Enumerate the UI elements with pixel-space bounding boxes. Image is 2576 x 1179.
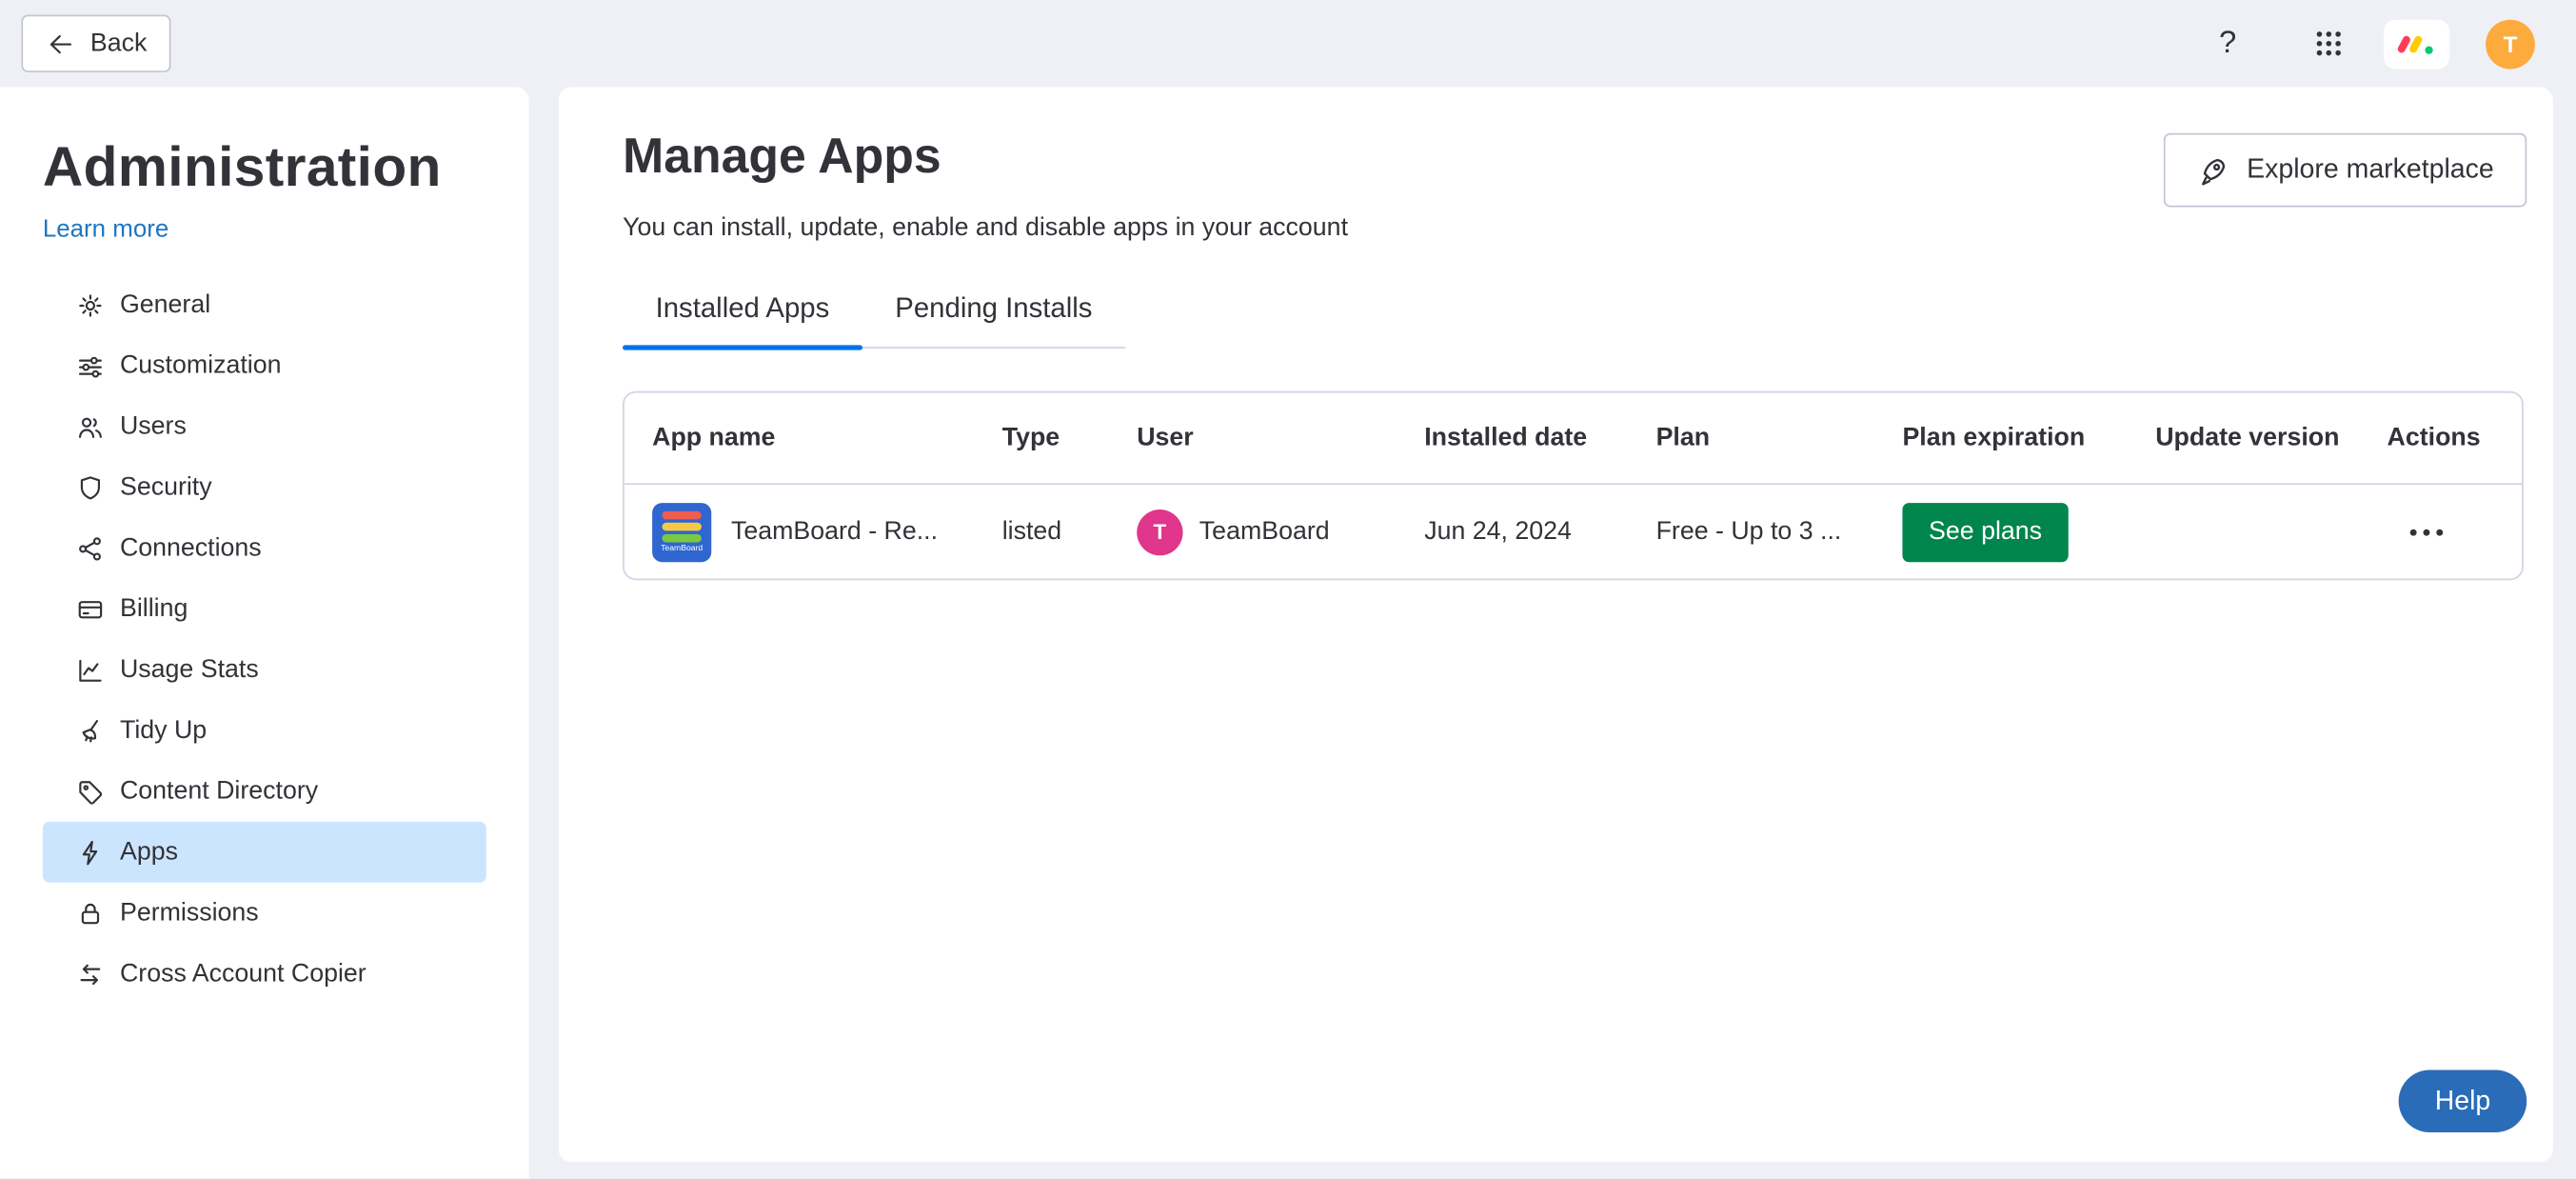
column-header-plan: Plan <box>1655 423 1711 451</box>
main-head-text: Manage Apps You can install, update, ena… <box>623 130 1348 243</box>
content: Administration Learn more General Custom… <box>0 87 2576 1179</box>
table-header-row: App name Type User Installed date Plan P… <box>624 392 2522 483</box>
explore-marketplace-label: Explore marketplace <box>2247 154 2494 185</box>
sidebar-item-label: Permissions <box>119 898 259 927</box>
topbar: Back ? T <box>0 0 2576 87</box>
logo-text: TeamBoard <box>661 543 703 553</box>
rocket-icon <box>2196 153 2229 187</box>
plan-cell: Free - Up to 3 ... <box>1655 516 1842 546</box>
back-arrow-icon <box>46 29 75 58</box>
sidebar-item-connections[interactable]: Connections <box>43 518 486 579</box>
gear-icon <box>75 290 105 320</box>
tag-icon <box>75 776 105 806</box>
sidebar-item-security[interactable]: Security <box>43 457 486 518</box>
page-title: Manage Apps <box>623 130 941 185</box>
explore-marketplace-button[interactable]: Explore marketplace <box>2163 132 2527 208</box>
installed-apps-table: App name Type User Installed date Plan P… <box>623 390 2524 581</box>
sidebar-item-label: Content Directory <box>119 776 319 805</box>
user-avatar-badge: T <box>1137 509 1183 555</box>
tab-installed-apps[interactable]: Installed Apps <box>623 292 862 350</box>
installed-date-cell: Jun 24, 2024 <box>1424 516 1572 546</box>
sidebar-item-label: Billing <box>119 593 188 623</box>
logo-bar-yellow <box>662 521 702 530</box>
lightning-icon <box>75 837 105 867</box>
sidebar-item-users[interactable]: Users <box>43 396 486 457</box>
plan-expiration-cell: See plans <box>1902 502 2155 562</box>
sidebar-item-label: Users <box>119 411 187 440</box>
back-label: Back <box>89 29 148 57</box>
user-name: TeamBoard <box>1199 516 1330 546</box>
help-button[interactable]: Help <box>2398 1070 2527 1133</box>
column-header-app-name: App name <box>652 423 776 451</box>
chart-icon <box>75 655 105 685</box>
monday-logo-icon[interactable] <box>2384 18 2450 69</box>
app-name-cell: TeamBoard TeamBoard - Re... <box>652 502 1002 562</box>
column-header-update-version: Update version <box>2155 423 2340 451</box>
column-header-user: User <box>1137 423 1194 451</box>
user-cell: T TeamBoard <box>1137 509 1424 555</box>
type-cell: listed <box>1001 516 1062 546</box>
user-avatar[interactable]: T <box>2486 18 2535 69</box>
sidebar-item-label: Tidy Up <box>119 715 208 744</box>
page-subtitle: You can install, update, enable and disa… <box>623 213 1349 242</box>
learn-more-link[interactable]: Learn more <box>43 215 168 243</box>
transfer-arrows-icon <box>75 959 105 989</box>
app-name: TeamBoard - Re... <box>730 516 939 546</box>
logo-bar-green <box>662 533 702 542</box>
sidebar-item-cross-account-copier[interactable]: Cross Account Copier <box>43 944 486 1005</box>
teamboard-app-logo: TeamBoard <box>652 502 712 562</box>
sidebar-item-label: Customization <box>119 350 282 379</box>
manage-apps-panel: Manage Apps You can install, update, ena… <box>558 87 2553 1163</box>
sidebar-item-customization[interactable]: Customization <box>43 335 486 396</box>
sidebar-item-tidy-up[interactable]: Tidy Up <box>43 700 486 761</box>
sidebar-item-label: Cross Account Copier <box>119 958 367 988</box>
connections-icon <box>75 533 105 563</box>
sidebar-item-label: Security <box>119 472 212 501</box>
sidebar-item-permissions[interactable]: Permissions <box>43 883 486 944</box>
more-actions-icon[interactable] <box>2388 528 2494 535</box>
sidebar-item-general[interactable]: General <box>43 274 486 335</box>
question-help-icon[interactable]: ? <box>2208 28 2247 59</box>
sidebar-item-apps[interactable]: Apps <box>42 821 486 883</box>
sidebar-nav: General Customization Users Security Con… <box>42 274 486 1005</box>
back-button[interactable]: Back <box>21 14 172 72</box>
apps-grid-icon[interactable] <box>2313 28 2345 59</box>
tabs: Installed Apps Pending Installs <box>623 292 1125 350</box>
credit-card-icon <box>75 594 105 624</box>
column-header-type: Type <box>1001 423 1060 451</box>
broom-icon <box>75 716 105 746</box>
lock-icon <box>75 898 105 928</box>
sidebar-item-label: General <box>119 290 211 318</box>
logo-bar-red <box>662 510 702 519</box>
sidebar-title: Administration <box>42 136 442 199</box>
see-plans-button[interactable]: See plans <box>1902 502 2069 562</box>
screen: Back ? T Administration Learn more Gener… <box>0 0 2576 1179</box>
table-row: TeamBoard TeamBoard - Re... listed T Tea… <box>624 483 2523 578</box>
sidebar-item-label: Usage Stats <box>119 654 259 684</box>
admin-sidebar: Administration Learn more General Custom… <box>0 87 529 1179</box>
sidebar-item-label: Connections <box>119 533 262 562</box>
sidebar-item-label: Apps <box>119 837 178 866</box>
tab-pending-installs[interactable]: Pending Installs <box>862 292 1125 347</box>
sidebar-item-content-directory[interactable]: Content Directory <box>43 761 486 822</box>
users-icon <box>75 411 105 441</box>
sliders-icon <box>75 350 105 380</box>
actions-cell <box>2388 528 2494 535</box>
sidebar-item-billing[interactable]: Billing <box>43 578 486 639</box>
shield-icon <box>75 472 105 502</box>
sidebar-item-usage-stats[interactable]: Usage Stats <box>43 639 486 700</box>
column-header-actions: Actions <box>2387 423 2481 451</box>
topbar-right: ? T <box>2208 18 2535 69</box>
column-header-installed-date: Installed date <box>1424 423 1588 451</box>
column-header-plan-expiration: Plan expiration <box>1902 423 2086 451</box>
